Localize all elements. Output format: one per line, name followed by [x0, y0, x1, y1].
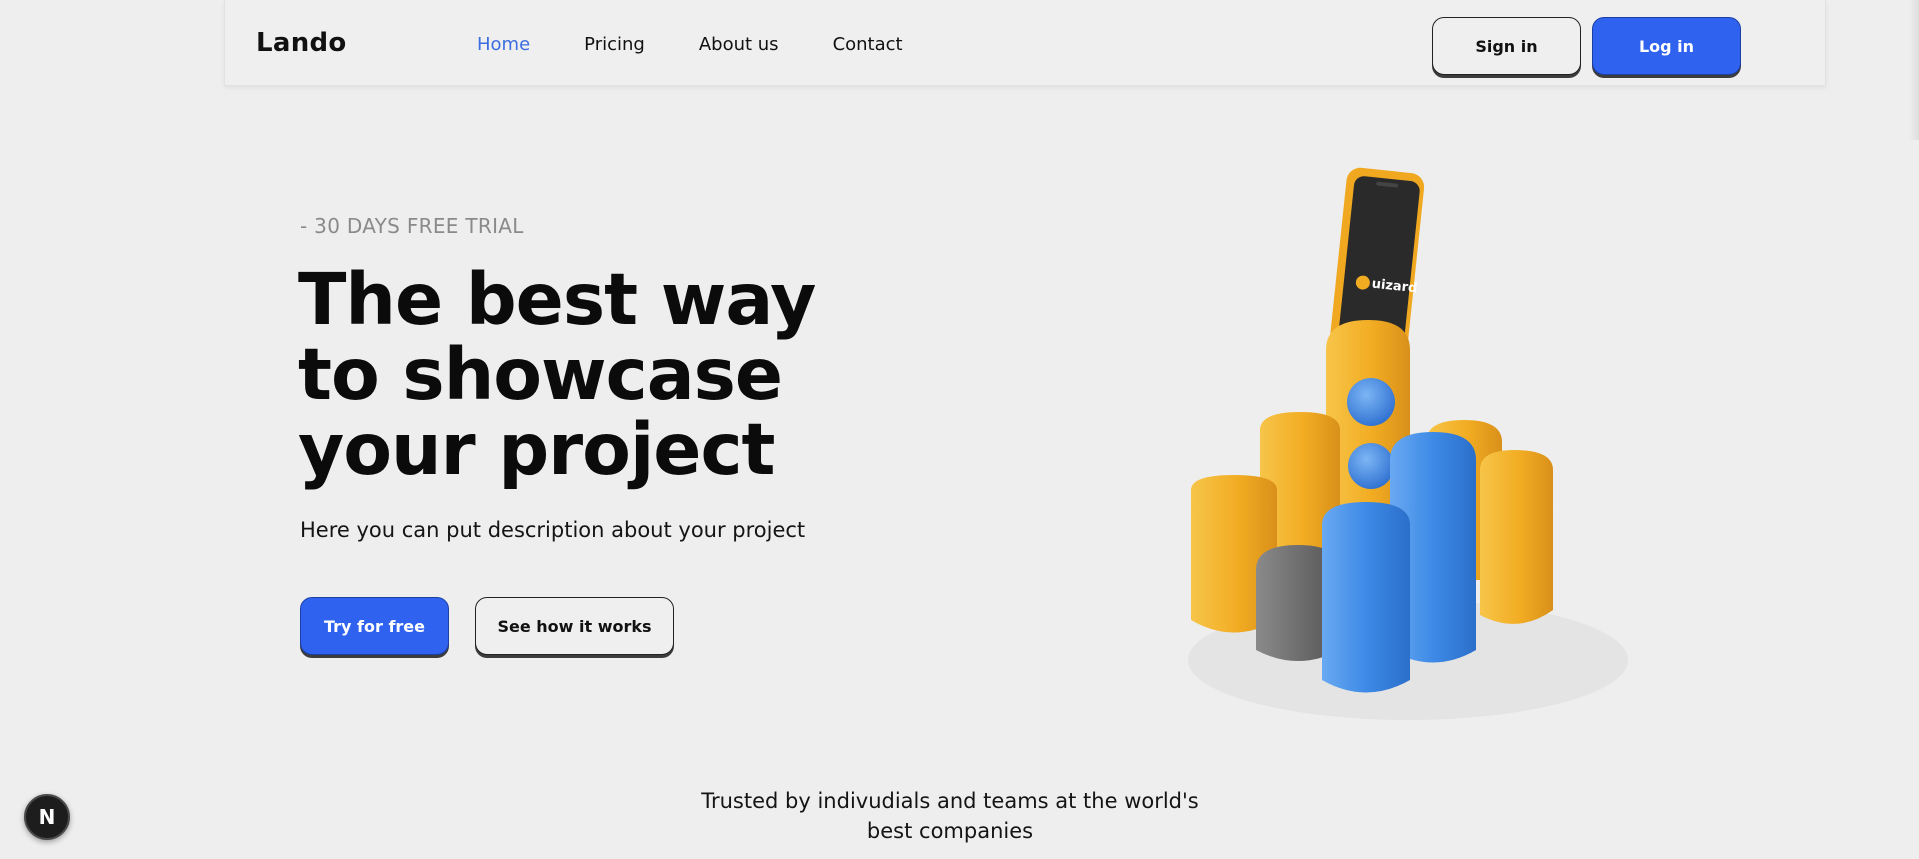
nav-links: Home Pricing About us Contact [477, 34, 957, 55]
blue-pillar-front [1322, 502, 1410, 693]
nav-link-home[interactable]: Home [477, 34, 530, 55]
nav-link-pricing[interactable]: Pricing [584, 34, 645, 55]
blue-ball-upper [1347, 378, 1395, 426]
yellow-pillar-right [1480, 450, 1553, 624]
log-in-button[interactable]: Log in [1592, 17, 1741, 75]
hero-description: Here you can put description about your … [300, 518, 806, 542]
brand-logo[interactable]: Lando [256, 28, 347, 58]
see-how-it-works-button[interactable]: See how it works [475, 597, 674, 655]
headline-line-1: The best way [298, 258, 816, 341]
trial-eyebrow: - 30 DAYS FREE TRIAL [300, 214, 524, 238]
trusted-line-1: Trusted by indivudials and teams at the … [701, 789, 1199, 813]
try-for-free-button[interactable]: Try for free [300, 597, 449, 655]
top-navbar: Lando Home Pricing About us Contact Sign… [224, 0, 1826, 86]
sign-in-button[interactable]: Sign in [1432, 17, 1581, 75]
next-dev-badge[interactable]: N [24, 794, 70, 840]
trusted-line-2: best companies [866, 819, 1034, 843]
nav-link-contact[interactable]: Contact [833, 34, 903, 55]
hero-illustration: uizard [1188, 167, 1628, 720]
scrollbar-edge [1909, 0, 1919, 140]
blue-ball-lower [1348, 443, 1394, 489]
headline-line-2: to showcase [298, 333, 783, 416]
trusted-by-section: Trusted by indivudials and teams at the … [700, 786, 1200, 846]
hero-headline: The best way to showcase your project [298, 262, 918, 487]
nav-link-about-us[interactable]: About us [699, 34, 779, 55]
headline-line-3: your project [298, 408, 775, 491]
landing-page: Lando Home Pricing About us Contact Sign… [0, 0, 1919, 859]
